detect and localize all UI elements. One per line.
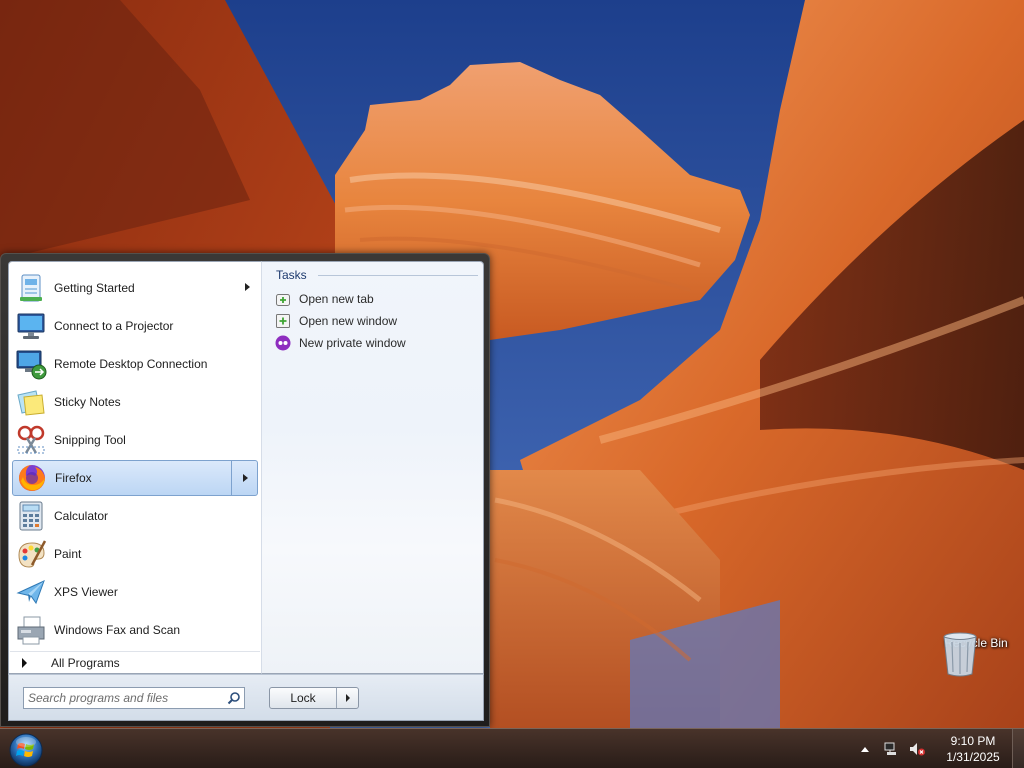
program-label: Connect to a Projector bbox=[54, 319, 174, 333]
task-label: Open new window bbox=[299, 314, 398, 328]
show-desktop-button[interactable] bbox=[1012, 729, 1024, 768]
program-label: Paint bbox=[54, 547, 82, 561]
program-label: XPS Viewer bbox=[54, 585, 118, 599]
fax-scan-icon bbox=[17, 616, 45, 645]
snipping-tool-icon bbox=[17, 425, 45, 454]
search-input[interactable] bbox=[24, 688, 224, 708]
notification-area: 9:10 PM 1/31/2025 bbox=[858, 729, 1024, 768]
volume-muted-icon[interactable] bbox=[907, 739, 927, 759]
all-programs-button[interactable]: All Programs bbox=[10, 651, 260, 673]
recycle-bin-icon bbox=[943, 632, 977, 677]
start-menu-footer: Lock bbox=[8, 674, 484, 721]
clock[interactable]: 9:10 PM 1/31/2025 bbox=[938, 733, 1008, 765]
programs-pane: Getting Started Connect to a Projector R bbox=[8, 261, 261, 674]
program-label: Sticky Notes bbox=[54, 395, 121, 409]
remote-desktop-icon bbox=[16, 350, 47, 380]
submenu-arrow-icon[interactable] bbox=[245, 283, 250, 291]
new-window-icon bbox=[276, 314, 290, 328]
program-label: Windows Fax and Scan bbox=[54, 623, 181, 637]
task-open-new-tab[interactable]: Open new tab bbox=[275, 289, 374, 309]
submenu-arrow-icon[interactable] bbox=[243, 474, 248, 482]
program-item-calculator[interactable]: Calculator bbox=[12, 498, 258, 534]
lock-button[interactable]: Lock bbox=[270, 688, 336, 708]
clock-date: 1/31/2025 bbox=[946, 750, 1000, 764]
tasks-pane: Tasks Open new tab Open new window New p… bbox=[261, 261, 484, 674]
sticky-notes-icon bbox=[17, 390, 45, 416]
tasks-header: Tasks bbox=[276, 268, 307, 282]
paint-icon bbox=[18, 540, 47, 568]
firefox-icon bbox=[19, 465, 45, 491]
start-button[interactable] bbox=[6, 731, 46, 768]
program-item-snipping-tool[interactable]: Snipping Tool bbox=[12, 422, 258, 458]
show-hidden-icons-button[interactable] bbox=[858, 742, 872, 756]
power-options-arrow-icon[interactable] bbox=[336, 688, 358, 708]
private-window-icon bbox=[275, 335, 291, 351]
program-item-remote-desktop[interactable]: Remote Desktop Connection bbox=[12, 346, 258, 382]
projector-icon bbox=[17, 313, 45, 339]
task-label: New private window bbox=[299, 336, 406, 350]
task-new-private-window[interactable]: New private window bbox=[275, 333, 406, 353]
program-item-connect-projector[interactable]: Connect to a Projector bbox=[12, 308, 258, 344]
program-item-getting-started[interactable]: Getting Started bbox=[12, 270, 258, 306]
program-label: Remote Desktop Connection bbox=[54, 357, 208, 371]
program-label: Calculator bbox=[54, 509, 109, 523]
program-item-xps-viewer[interactable]: XPS Viewer bbox=[12, 574, 258, 610]
program-item-fax-scan[interactable]: Windows Fax and Scan bbox=[12, 612, 258, 648]
getting-started-icon bbox=[20, 274, 42, 302]
network-icon[interactable] bbox=[881, 739, 901, 759]
calculator-icon bbox=[19, 501, 43, 531]
program-item-firefox[interactable]: Firefox bbox=[12, 460, 258, 496]
xps-viewer-icon bbox=[16, 580, 45, 605]
program-label: Getting Started bbox=[54, 281, 135, 295]
task-open-new-window[interactable]: Open new window bbox=[275, 311, 397, 331]
windows-logo-icon bbox=[9, 733, 43, 767]
search-box bbox=[23, 687, 245, 709]
all-programs-label: All Programs bbox=[51, 655, 120, 670]
program-item-paint[interactable]: Paint bbox=[12, 536, 258, 572]
start-menu: Getting Started Connect to a Projector R bbox=[0, 253, 490, 727]
recycle-bin-shortcut[interactable]: Recycle Bin bbox=[940, 630, 1012, 702]
program-item-sticky-notes[interactable]: Sticky Notes bbox=[12, 384, 258, 420]
search-icon[interactable] bbox=[224, 688, 244, 708]
all-programs-arrow-icon bbox=[22, 657, 27, 668]
program-label: Firefox bbox=[55, 471, 92, 485]
power-button-group: Lock bbox=[269, 687, 359, 709]
tasks-divider bbox=[318, 275, 478, 276]
taskbar: 9:10 PM 1/31/2025 bbox=[0, 728, 1024, 768]
program-label: Snipping Tool bbox=[54, 433, 126, 447]
new-tab-icon bbox=[276, 294, 290, 306]
clock-time: 9:10 PM bbox=[950, 734, 996, 748]
task-label: Open new tab bbox=[299, 292, 374, 306]
